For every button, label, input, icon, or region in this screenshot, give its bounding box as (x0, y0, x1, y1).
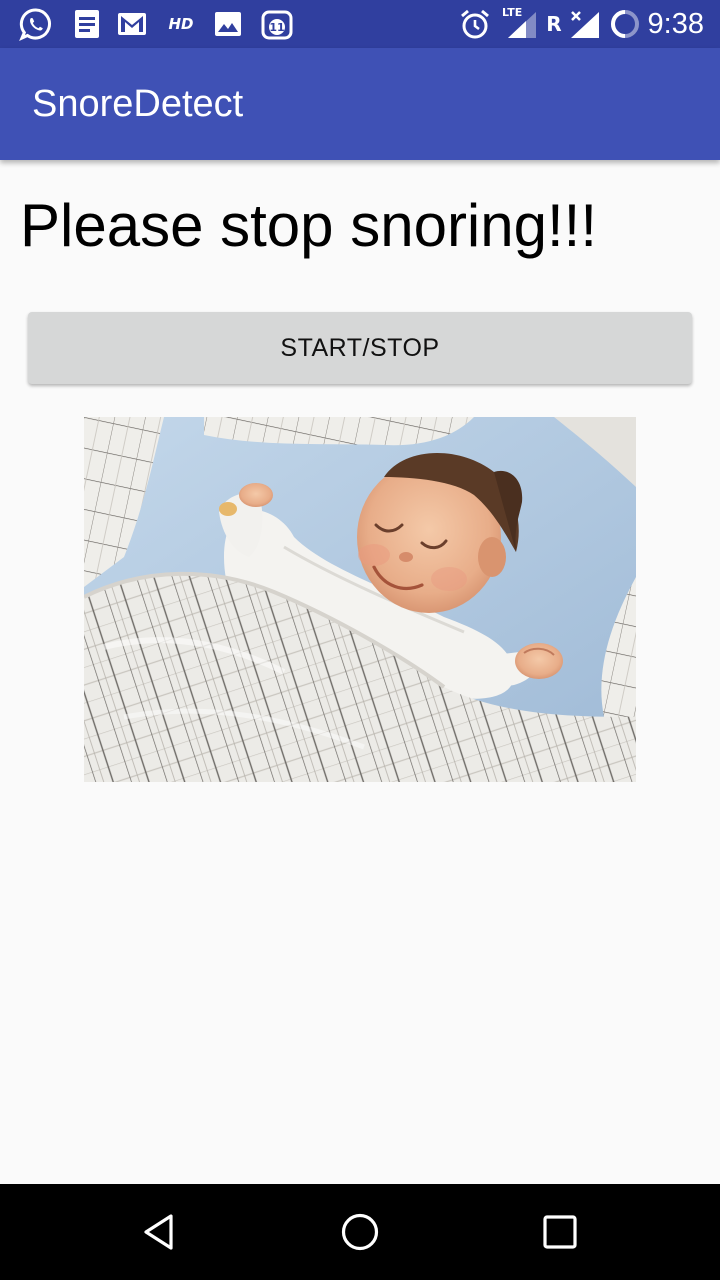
no-signal-icon (566, 8, 602, 40)
hd-icon: HD (168, 15, 194, 33)
document-icon (72, 8, 102, 40)
back-icon[interactable] (132, 1204, 188, 1260)
snore-message: Please stop snoring!!! (20, 192, 598, 259)
app-title: SnoreDetect (32, 83, 244, 125)
battery-charging-icon (608, 8, 642, 40)
home-icon[interactable] (332, 1204, 388, 1260)
app-bar: SnoreDetect (0, 48, 720, 160)
main-content: Please stop snoring!!! START/STOP (0, 160, 720, 1184)
recents-icon[interactable] (532, 1204, 588, 1260)
lte-signal-icon: LTE (502, 6, 538, 40)
roaming-icon: R (546, 12, 562, 36)
svg-text:11: 11 (269, 21, 284, 34)
gmail-icon (116, 8, 148, 40)
whatsapp-icon (18, 8, 54, 41)
calendar-icon: 11 (260, 8, 294, 40)
alarm-icon (458, 8, 492, 40)
clock: 9:38 (647, 8, 704, 40)
status-bar: HD 11 LTE R 9:38 (0, 0, 720, 48)
start-stop-button[interactable]: START/STOP (28, 312, 692, 384)
sleeping-baby-image (84, 417, 636, 782)
gallery-icon (212, 8, 244, 40)
navigation-bar (0, 1184, 720, 1280)
